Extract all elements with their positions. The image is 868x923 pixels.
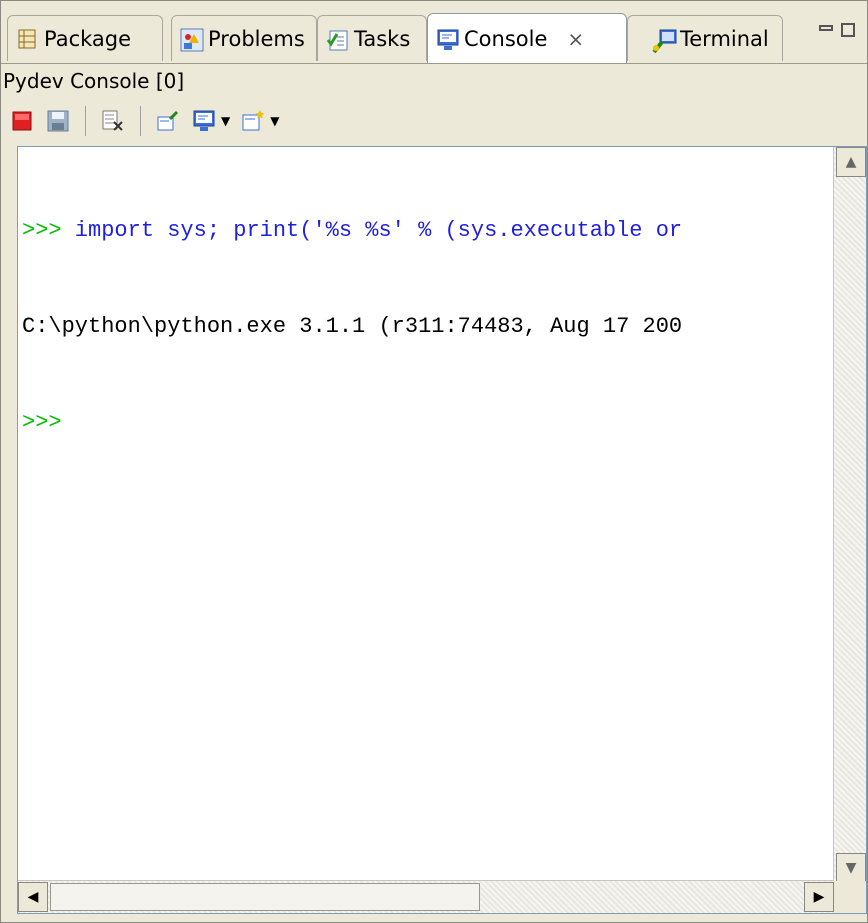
prompt: >>>: [22, 218, 62, 243]
console-toolbar: ▼ ▼: [9, 101, 279, 141]
new-console-dropdown-icon[interactable]: ▼: [270, 114, 279, 128]
clear-console-icon: [102, 110, 123, 131]
display-console-dropdown-icon[interactable]: ▼: [221, 114, 230, 128]
tab-tasks[interactable]: Tasks: [317, 15, 427, 61]
vertical-scrollbar[interactable]: ▲ ▼: [833, 147, 866, 883]
tab-label: Package: [44, 26, 132, 51]
scroll-corner: [834, 881, 866, 913]
console-icon: [436, 28, 459, 50]
save-icon: [47, 110, 69, 132]
tab-console[interactable]: Console ⨯: [427, 13, 627, 63]
tab-terminal[interactable]: Terminal: [627, 15, 783, 61]
terminate-icon: [12, 111, 32, 131]
pin-console-icon: [157, 110, 179, 131]
view-tab-bar: Package Problems Tasks Console ⨯ Termina…: [1, 11, 867, 64]
console-line: >>>: [22, 407, 826, 439]
pin-console-button[interactable]: [155, 108, 181, 134]
tab-label: Terminal: [680, 26, 769, 51]
prompt: >>>: [22, 410, 62, 435]
tab-label: Tasks: [354, 26, 411, 51]
console-line: >>> import sys; print('%s %s' % (sys.exe…: [22, 215, 826, 247]
console-output[interactable]: >>> import sys; print('%s %s' % (sys.exe…: [17, 146, 867, 914]
output-text: C:\python\python.exe 3.1.1 (r311:74483, …: [22, 314, 683, 339]
horizontal-scrollbar[interactable]: ◀ ▶: [18, 880, 834, 913]
clear-console-button[interactable]: [100, 108, 126, 134]
new-console-icon: [242, 110, 265, 131]
terminate-button[interactable]: [9, 108, 35, 134]
scroll-up-icon[interactable]: ▲: [836, 147, 866, 177]
new-console-button[interactable]: [240, 108, 266, 134]
toolbar-separator: [140, 106, 141, 136]
scroll-left-icon[interactable]: ◀: [18, 882, 48, 912]
console-text: >>> import sys; print('%s %s' % (sys.exe…: [22, 151, 826, 503]
view-controls: [819, 23, 855, 37]
save-button[interactable]: [45, 108, 71, 134]
display-console-button[interactable]: [191, 108, 217, 134]
tab-problems[interactable]: Problems: [171, 15, 317, 61]
terminal-icon: [652, 28, 677, 53]
console-title: Pydev Console [0]: [3, 69, 185, 93]
problems-icon: [180, 28, 204, 51]
toolbar-separator: [85, 106, 86, 136]
console-line: C:\python\python.exe 3.1.1 (r311:74483, …: [22, 311, 826, 343]
tab-label: Problems: [208, 26, 305, 51]
tab-label: Console: [464, 26, 548, 51]
display-console-icon: [193, 110, 215, 131]
tab-package[interactable]: Package: [7, 15, 163, 61]
package-icon: [16, 28, 38, 50]
horizontal-scroll-thumb[interactable]: [50, 883, 480, 911]
close-icon[interactable]: ⨯: [567, 27, 584, 51]
input-text: import sys; print('%s %s' % (sys.executa…: [61, 218, 683, 243]
console-view: Package Problems Tasks Console ⨯ Termina…: [0, 0, 868, 923]
maximize-icon[interactable]: [841, 23, 855, 37]
scroll-down-icon[interactable]: ▼: [836, 853, 866, 883]
scroll-right-icon[interactable]: ▶: [804, 882, 834, 912]
tasks-icon: [326, 28, 348, 50]
minimize-icon[interactable]: [819, 25, 833, 31]
